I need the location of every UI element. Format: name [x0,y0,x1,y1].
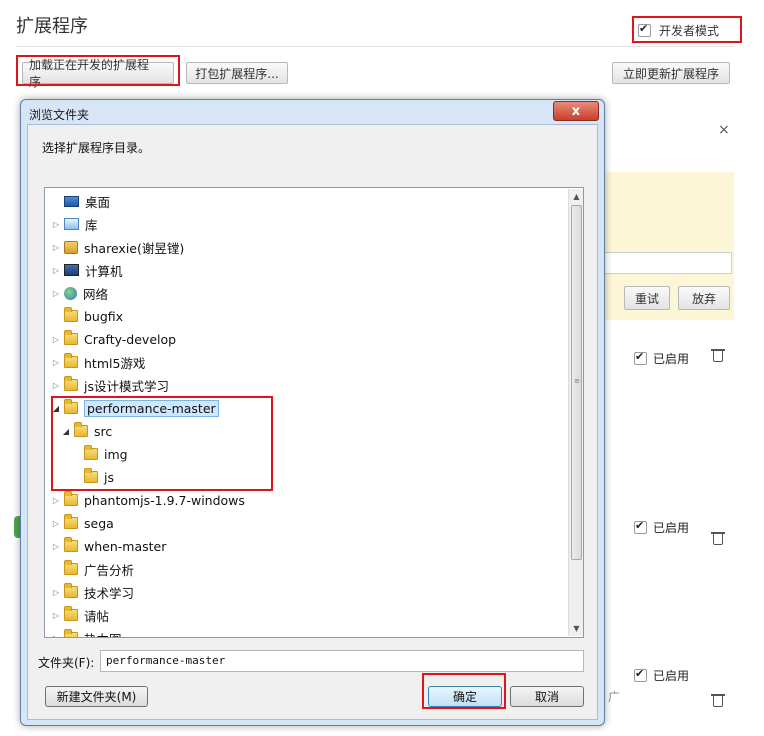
tree-item-label: bugfix [84,308,124,324]
tree-item[interactable]: ▷ phantomjs-1.9.7-windows [51,489,245,511]
folder-field[interactable]: performance-master [100,650,584,672]
tree-item-label: Crafty-develop [84,331,177,347]
dialog-prompt: 选择扩展程序目录。 [42,141,151,155]
enabled-label: 已启用 [653,669,690,683]
highlight-frame-devmode [632,16,742,43]
tree-item[interactable]: bugfix [51,305,123,327]
expand-icon[interactable]: ▷ [51,588,61,597]
network-icon [64,286,77,300]
scroll-up-icon[interactable]: ▲ [569,189,583,204]
dialog-title: 浏览文件夹 [29,108,90,122]
partial-text: 广 [608,690,621,704]
tree-item[interactable]: ▷ 库 [51,213,98,235]
tree-item[interactable]: ▷ 技术学习 [51,581,134,603]
expand-icon[interactable]: ▷ [51,289,61,298]
tree-item[interactable]: ▷ sega [51,512,114,534]
folder-icon [64,606,78,621]
divider [16,46,734,47]
page-title: 扩展程序 [16,16,88,37]
folder-icon [64,629,78,637]
dialog-close-button[interactable]: x [553,101,599,121]
tree-item-label: html5游戏 [84,355,146,371]
trash-icon[interactable] [711,693,725,707]
pack-extension-button[interactable]: 打包扩展程序... [186,62,288,84]
tree-item-label: when-master [84,538,167,554]
tree-item[interactable]: ▷ 请帖 [51,604,109,626]
extension-enabled-toggle[interactable]: 已启用 [634,667,689,684]
expand-icon[interactable]: ▷ [51,358,61,367]
enabled-label: 已启用 [653,521,690,535]
tree-item-label: 计算机 [85,263,123,279]
expand-icon[interactable]: ▷ [51,243,61,252]
folder-field-label: 文件夹(F): [38,656,95,670]
abandon-button[interactable]: 放弃 [678,286,730,310]
expand-icon[interactable]: ▷ [51,542,61,551]
folder-icon [64,376,78,391]
folder-icon [64,353,78,368]
expand-icon[interactable]: ▷ [51,220,61,229]
expand-icon[interactable]: ▷ [51,381,61,390]
tree-item-label: 网络 [83,286,109,302]
expand-icon[interactable]: ▷ [51,611,61,620]
tree-item-label: 热力图 [84,629,122,638]
enabled-checkbox[interactable] [634,350,647,365]
retry-button[interactable]: 重试 [624,286,670,310]
tree-item-label: 桌面 [85,194,111,210]
computer-icon [64,264,79,276]
tree-item[interactable]: ▷ js设计模式学习 [51,374,169,396]
extension-enabled-toggle[interactable]: 已启用 [634,350,689,367]
folder-icon [64,560,78,575]
browse-folder-dialog: 浏览文件夹 x 选择扩展程序目录。 桌面 ▷ 库 ▷ sharexie(谢昱镗) ▷ 计算机… [20,99,605,726]
enabled-checkbox[interactable] [634,667,647,682]
tree-item[interactable]: ▷ 计算机 [51,259,123,281]
tree-item[interactable]: ▷ Crafty-develop [51,328,176,350]
tree-item[interactable]: 广告分析 [51,558,134,580]
close-icon[interactable]: × [718,122,730,138]
tree-item[interactable]: ▷ html5游戏 [51,351,145,373]
scroll-down-icon[interactable]: ▼ [569,621,583,636]
tree-item-label: sega [84,515,114,531]
folder-icon [64,537,78,552]
highlight-frame-subtree [51,396,273,491]
tree-item-label: 广告分析 [84,562,135,578]
tree-item-label: 技术学习 [84,585,135,601]
tree-item[interactable]: ▷ when-master [51,535,166,557]
expand-icon[interactable]: ▷ [51,266,61,275]
tree-item-label: sharexie(谢昱镗) [84,240,185,256]
extension-enabled-toggle[interactable]: 已启用 [634,519,689,536]
tree-item[interactable]: 桌面 [51,190,110,212]
user-folder-icon [64,240,78,254]
enabled-label: 已启用 [653,352,690,366]
highlight-frame-ok [422,673,506,709]
tree-item[interactable]: ▷ 热力图 [51,627,122,638]
expand-icon[interactable]: ▷ [51,496,61,505]
update-extensions-button[interactable]: 立即更新扩展程序 [612,62,730,84]
desktop-icon [64,195,79,207]
new-folder-button[interactable]: 新建文件夹(M) [45,686,148,707]
folder-icon [64,307,78,322]
expand-icon[interactable]: ▷ [51,519,61,528]
folder-icon [64,330,78,345]
tree-item-label: phantomjs-1.9.7-windows [84,492,245,508]
tree-item-label: 请帖 [84,608,110,624]
error-panel-input[interactable] [604,252,732,274]
trash-icon[interactable] [711,348,725,362]
tree-item[interactable]: ▷ sharexie(谢昱镗) [51,236,184,258]
trash-icon[interactable] [711,531,725,545]
expand-icon[interactable]: ▷ [51,335,61,344]
library-icon [64,218,79,230]
folder-icon [64,514,78,529]
tree-item[interactable]: ▷ 网络 [51,282,108,304]
tree-scrollbar[interactable]: ▲ ≡ ▼ [568,189,583,636]
folder-icon [64,583,78,598]
enabled-checkbox[interactable] [634,519,647,534]
tree-item-label: 库 [85,217,98,233]
tree-item-label: js设计模式学习 [84,378,169,394]
highlight-frame-load [16,55,180,86]
scroll-thumb[interactable]: ≡ [571,205,582,560]
dialog-body: 选择扩展程序目录。 桌面 ▷ 库 ▷ sharexie(谢昱镗) ▷ 计算机 ▷ 网络 bugfi… [27,124,598,720]
expand-icon[interactable]: ▷ [51,634,61,638]
cancel-button[interactable]: 取消 [510,686,584,707]
folder-icon [64,491,78,506]
